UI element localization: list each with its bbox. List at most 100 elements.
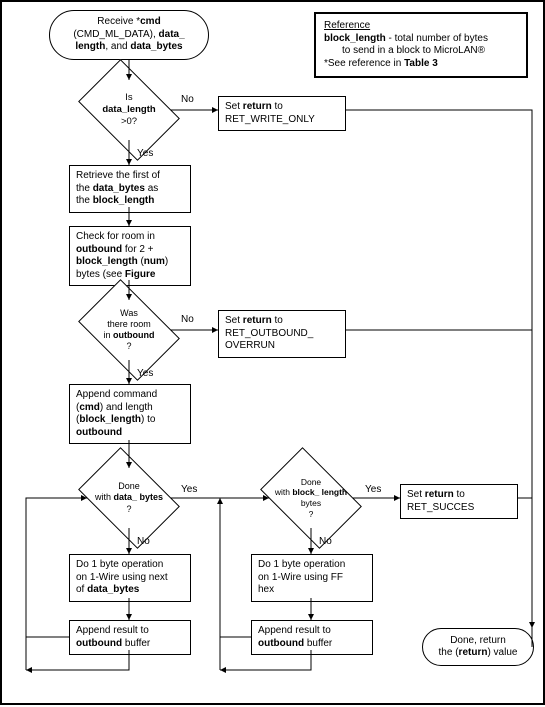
reference-box: Reference block_length - total number of… bbox=[314, 12, 528, 78]
ro-pre: Set bbox=[225, 315, 243, 326]
do-byte-data-bytes: Do 1 byte operation on 1-Wire using next… bbox=[69, 554, 191, 602]
reference-title: Reference bbox=[324, 20, 370, 31]
d1-no: No bbox=[181, 94, 194, 107]
rw-ret: return bbox=[243, 101, 272, 112]
decision-data-length: Is data_length >0? bbox=[87, 80, 171, 140]
start-node: Receive *cmd (CMD_ML_DATA), data_ length… bbox=[49, 10, 209, 60]
p7-l1: Append result to bbox=[258, 625, 331, 636]
reference-table: Table 3 bbox=[404, 58, 438, 69]
end-v: return bbox=[459, 647, 488, 658]
start-t2: (CMD_ML_DATA), bbox=[73, 29, 158, 40]
p6-l2: on 1-Wire using FF bbox=[258, 572, 343, 583]
p2-l4: ) bbox=[165, 256, 168, 267]
p1-l4: the bbox=[76, 195, 93, 206]
reference-text-3: *See reference in bbox=[324, 58, 404, 69]
check-room: Check for room in outbound for 2 + block… bbox=[69, 226, 191, 286]
p5-v: outbound bbox=[76, 638, 122, 649]
p1-l3: as bbox=[145, 183, 158, 194]
p2-v2: block_length bbox=[76, 256, 138, 267]
end-l1: Done, return bbox=[450, 635, 506, 646]
p3-v3: outbound bbox=[76, 427, 122, 438]
p1-v1: data_bytes bbox=[93, 183, 145, 194]
decision-block-length-done: Done with block_ length bytes ? bbox=[269, 468, 353, 528]
p4-l1: Do 1 byte operation bbox=[76, 559, 163, 570]
p7-l2: buffer bbox=[304, 638, 332, 649]
ro-val: RET_OUTBOUND_ OVERRUN bbox=[225, 328, 313, 352]
p1-l2: the bbox=[76, 183, 93, 194]
rw-pre: Set bbox=[225, 101, 243, 112]
end-node: Done, return the (return) value bbox=[422, 628, 534, 666]
reference-text-1: - total number of bytes bbox=[386, 33, 488, 44]
start-dl: data_ bbox=[159, 29, 185, 40]
d4-l4: ? bbox=[309, 509, 314, 519]
d2-yes: Yes bbox=[137, 368, 153, 381]
rs-ret: return bbox=[425, 489, 454, 500]
d2-l4: ? bbox=[126, 341, 131, 351]
p3-l1: Append command bbox=[76, 389, 157, 400]
p2-l2: for 2 + bbox=[122, 244, 153, 255]
p2-l1: Check for room in bbox=[76, 231, 155, 242]
p4-v: data_bytes bbox=[87, 584, 139, 595]
reference-var: block_length bbox=[324, 33, 386, 44]
d4-l2: with bbox=[275, 487, 292, 497]
rw-val: RET_WRITE_ONLY bbox=[225, 114, 315, 125]
d2-no: No bbox=[181, 314, 194, 327]
d3-yes: Yes bbox=[181, 484, 197, 497]
reference-text-2: to send in a block to MicroLAN® bbox=[324, 45, 485, 58]
start-t3: , and bbox=[105, 41, 130, 52]
end-l3: ) value bbox=[487, 647, 517, 658]
append-result-left: Append result to outbound buffer bbox=[69, 620, 191, 655]
start-cmd: cmd bbox=[140, 16, 161, 27]
start-t1: Receive * bbox=[97, 16, 140, 27]
p5-l1: Append result to bbox=[76, 625, 149, 636]
p3-v1: cmd bbox=[79, 402, 100, 413]
append-result-right: Append result to outbound buffer bbox=[251, 620, 373, 655]
p2-v4: Figure bbox=[125, 269, 156, 280]
d2-l1: Was bbox=[120, 308, 138, 318]
d1-pre: Is bbox=[125, 92, 132, 103]
p6-l1: Do 1 byte operation bbox=[258, 559, 345, 570]
p2-v1: outbound bbox=[76, 244, 122, 255]
d1-var: data_length bbox=[102, 104, 155, 115]
d4-l3: bytes bbox=[301, 498, 321, 508]
d4-yes: Yes bbox=[365, 484, 381, 497]
p1-l1: Retrieve the first of bbox=[76, 170, 160, 181]
d1-post: >0? bbox=[121, 116, 137, 127]
rs-post: to bbox=[454, 489, 465, 500]
d2-v: outbound bbox=[113, 330, 154, 340]
p3-l5: ) to bbox=[141, 414, 155, 425]
d2-l2: there room bbox=[107, 319, 151, 329]
rs-val: RET_SUCCES bbox=[407, 502, 474, 513]
d4-v: block_ length bbox=[292, 487, 347, 497]
d4-l1: Done bbox=[301, 477, 321, 487]
p7-v: outbound bbox=[258, 638, 304, 649]
append-command: Append command (cmd) and length (block_l… bbox=[69, 384, 191, 444]
decision-room: Was there room in outbound ? bbox=[87, 300, 171, 360]
start-dl2: length bbox=[75, 41, 105, 52]
d4-no: No bbox=[319, 536, 332, 549]
d3-l3: ? bbox=[126, 504, 131, 514]
ret-outbound-overrun: Set return to RET_OUTBOUND_ OVERRUN bbox=[218, 310, 346, 358]
do-byte-ff: Do 1 byte operation on 1-Wire using FF h… bbox=[251, 554, 373, 602]
p2-l5: bytes (see bbox=[76, 269, 125, 280]
start-db: data_bytes bbox=[130, 41, 182, 52]
p1-v2: block_length bbox=[93, 195, 155, 206]
d3-l1: Done bbox=[118, 481, 140, 491]
d3-no: No bbox=[137, 536, 150, 549]
rw-post: to bbox=[272, 101, 283, 112]
ret-write-only: Set return to RET_WRITE_ONLY bbox=[218, 96, 346, 131]
p3-v2: block_length bbox=[79, 414, 141, 425]
p5-l2: buffer bbox=[122, 638, 150, 649]
d3-v: data_ bytes bbox=[113, 492, 163, 502]
d1-yes: Yes bbox=[137, 148, 153, 161]
ro-post: to bbox=[272, 315, 283, 326]
ro-ret: return bbox=[243, 315, 272, 326]
p6-l3: hex bbox=[258, 584, 274, 595]
d2-l3: in bbox=[104, 330, 114, 340]
p3-l3: ) and length bbox=[100, 402, 153, 413]
p2-v3: num bbox=[144, 256, 165, 267]
p4-l3: of bbox=[76, 584, 87, 595]
rs-pre: Set bbox=[407, 489, 425, 500]
retrieve-block-length: Retrieve the first of the data_bytes as … bbox=[69, 165, 191, 213]
ret-success: Set return to RET_SUCCES bbox=[400, 484, 518, 519]
